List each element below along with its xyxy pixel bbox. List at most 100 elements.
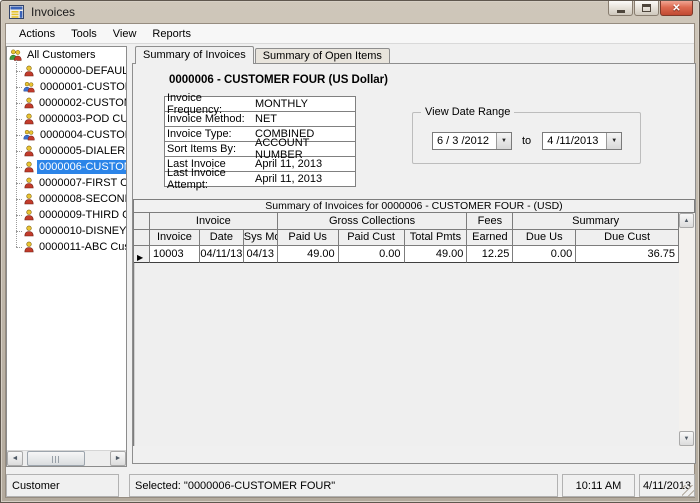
customer-pair-icon (23, 81, 36, 93)
info-label: Last Invoice Attempt: (167, 167, 255, 191)
form-icon[interactable] (9, 5, 24, 19)
tree-item-label: 0000007-FIRST CL (37, 176, 127, 190)
tree-item-label: 0000002-CUSTOM (37, 96, 127, 110)
from-date-dropdown[interactable]: 6 / 3 /2012 (432, 132, 512, 150)
dropdown-arrow-icon[interactable] (496, 133, 511, 149)
summary-of-invoices-page: 0000006 - CUSTOMER FOUR (US Dollar) Invo… (132, 63, 696, 464)
cell-due-us[interactable]: 0.00 (513, 246, 576, 263)
window-title: Invoices (31, 5, 75, 19)
tree-item-0000011[interactable]: 0000011-ABC Cust (16, 239, 126, 255)
invoice-info-table: Invoice Frequency: MONTHLY Invoice Metho… (164, 96, 356, 187)
tree-item-0000006[interactable]: 0000006-CUSTOM (16, 159, 126, 175)
cell-total-pmts[interactable]: 49.00 (405, 246, 468, 263)
tree-item-label: 0000008-SECOND (37, 192, 127, 206)
group-fees[interactable]: Fees (467, 213, 513, 230)
col-paid-cust[interactable]: Paid Cust (339, 230, 405, 246)
resize-grip[interactable] (682, 485, 694, 497)
app-window: Invoices Actions Tools View Reports (0, 0, 700, 503)
col-paid-us[interactable]: Paid Us (278, 230, 339, 246)
col-due-us[interactable]: Due Us (513, 230, 576, 246)
tree-item-0000004[interactable]: 0000004-CUSTOM (16, 127, 126, 143)
customer-icon (23, 209, 35, 221)
tree-item-0000003[interactable]: 0000003-POD CUS (16, 111, 126, 127)
view-date-range-group: View Date Range 6 / 3 /2012 to 4 /11/201… (412, 112, 641, 164)
menu-reports[interactable]: Reports (144, 26, 199, 42)
customer-icon (23, 97, 35, 109)
title-bar[interactable]: Invoices (5, 1, 695, 23)
scroll-up-button[interactable] (679, 213, 694, 228)
customer-icon (23, 193, 35, 205)
cell-paid-us[interactable]: 49.00 (278, 246, 339, 263)
status-context: Customer (6, 474, 119, 497)
menu-actions[interactable]: Actions (11, 26, 63, 42)
cell-sys-mo[interactable]: 04/13 (244, 246, 278, 263)
tree-item-label: 0000005-DIALER T (37, 144, 127, 158)
row-selector-arrow[interactable] (134, 246, 150, 263)
tree-item-0000000[interactable]: 0000000-DEFAULT (16, 63, 126, 79)
tab-summary-of-open-items[interactable]: Summary of Open Items (255, 48, 390, 63)
customer-icon (23, 145, 35, 157)
maximize-button[interactable] (634, 1, 659, 16)
customer-pair-icon (23, 129, 36, 141)
scroll-thumb[interactable] (27, 451, 85, 466)
status-selected: Selected: "0000006-CUSTOMER FOUR" (129, 474, 558, 497)
to-label: to (522, 135, 531, 147)
scroll-track (85, 451, 110, 466)
tree-item-0000002[interactable]: 0000002-CUSTOM (16, 95, 126, 111)
tree-item-0000005[interactable]: 0000005-DIALER T (16, 143, 126, 159)
scroll-down-button[interactable] (679, 431, 694, 446)
group-invoice[interactable]: Invoice (150, 213, 278, 230)
tree-item-0000008[interactable]: 0000008-SECOND (16, 191, 126, 207)
info-label: Invoice Method: (167, 113, 255, 125)
caption-buttons (607, 1, 693, 16)
dropdown-arrow-icon[interactable] (606, 133, 621, 149)
grid-table: Invoice Gross Collections Fees Summary I… (133, 213, 679, 446)
menu-view[interactable]: View (105, 26, 145, 42)
tree-item-0000010[interactable]: 0000010-DISNEY ( (16, 223, 126, 239)
tab-summary-of-invoices[interactable]: Summary of Invoices (135, 46, 254, 64)
grid-data-row[interactable]: 10003 04/11/13 04/13 49.00 0.00 49.00 12… (134, 246, 679, 263)
scroll-left-button[interactable] (7, 451, 23, 466)
info-label: Invoice Type: (167, 128, 255, 140)
col-earned[interactable]: Earned (467, 230, 513, 246)
customer-icon (23, 113, 35, 125)
row-selector-header (134, 213, 150, 230)
tree-item-label: 0000001-CUSTOM (38, 80, 127, 94)
info-row: Sort Items By: ACCOUNT NUMBER (164, 141, 356, 157)
col-total-pmts[interactable]: Total Pmts (405, 230, 468, 246)
minimize-button[interactable] (608, 1, 633, 16)
tree-item-0000001[interactable]: 0000001-CUSTOM (16, 79, 126, 95)
from-date-value: 6 / 3 /2012 (433, 133, 496, 149)
tree-item-0000009[interactable]: 0000009-THIRD CU (16, 207, 126, 223)
group-summary[interactable]: Summary (513, 213, 679, 230)
cell-paid-cust[interactable]: 0.00 (339, 246, 405, 263)
tree-item-0000007[interactable]: 0000007-FIRST CL (16, 175, 126, 191)
col-due-cust[interactable]: Due Cust (576, 230, 679, 246)
col-invoice[interactable]: Invoice (150, 230, 200, 246)
info-value: NET (255, 113, 277, 125)
tab-strip: Summary of Invoices Summary of Open Item… (132, 45, 696, 63)
close-button[interactable] (660, 1, 693, 16)
col-sys-mo[interactable]: Sys Mo (244, 230, 278, 246)
col-date[interactable]: Date (200, 230, 244, 246)
tree-horizontal-scrollbar[interactable] (7, 450, 126, 466)
menu-tools[interactable]: Tools (63, 26, 105, 42)
scroll-right-button[interactable] (110, 451, 126, 466)
to-date-dropdown[interactable]: 4 /11/2013 (542, 132, 622, 150)
tree-item-label: 0000004-CUSTOM (38, 128, 127, 142)
info-value: April 11, 2013 (255, 173, 322, 185)
cell-invoice[interactable]: 10003 (150, 246, 200, 263)
group-title: View Date Range (421, 106, 514, 118)
group-gross-collections[interactable]: Gross Collections (278, 213, 468, 230)
tree-root-all-customers[interactable]: All Customers (7, 47, 126, 63)
to-date-value: 4 /11/2013 (543, 133, 606, 149)
customer-icon (23, 177, 35, 189)
cell-earned[interactable]: 12.25 (467, 246, 513, 263)
cell-date[interactable]: 04/11/13 (200, 246, 244, 263)
customer-tree: All Customers 0000000-DEFAULT 0000001-CU… (6, 46, 127, 467)
tree-item-label: 0000003-POD CUS (37, 112, 127, 126)
info-value: April 11, 2013 (255, 158, 322, 170)
cell-due-cust[interactable]: 36.75 (576, 246, 679, 263)
grid-vertical-scrollbar[interactable] (679, 213, 695, 447)
info-row: Invoice Frequency: MONTHLY (164, 96, 356, 112)
